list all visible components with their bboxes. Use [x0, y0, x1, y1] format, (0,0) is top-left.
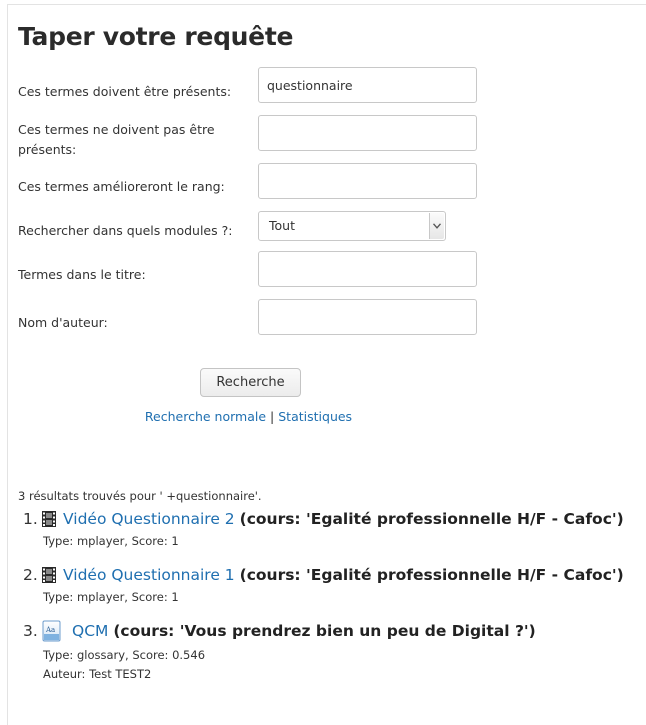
result-course: (cours: 'Vous prendrez bien un peu de Di…: [113, 622, 536, 640]
result-title-link[interactable]: QCM: [72, 622, 108, 640]
result-title-link[interactable]: Vidéo Questionnaire 2: [63, 510, 235, 528]
result-course: (cours: 'Egalité professionnelle H/F - C…: [239, 510, 624, 528]
must-have-input[interactable]: [258, 67, 477, 103]
modules-select-value: Tout: [269, 218, 295, 233]
modules-select[interactable]: Tout: [258, 211, 446, 241]
results-summary: 3 résultats trouvés pour ' +questionnair…: [18, 489, 262, 503]
glossary-icon: Aa: [42, 620, 62, 648]
result-author: Auteur: Test TEST2: [43, 667, 152, 681]
search-button[interactable]: Recherche: [200, 368, 301, 397]
result-item: 1. Vidéo Questionnaire 2 (cours: 'Egalit…: [18, 508, 638, 551]
modules-label: Rechercher dans quels modules ?:: [18, 223, 233, 238]
must-have-label: Ces termes doivent être présents:: [18, 84, 232, 99]
result-number: 3.: [23, 622, 38, 640]
result-item: 3. Aa QCM (cours: 'Vous prendrez bien un…: [18, 620, 638, 684]
chevron-down-icon[interactable]: [429, 213, 444, 239]
link-separator: |: [270, 409, 275, 424]
video-icon: [42, 511, 56, 533]
statistics-link[interactable]: Statistiques: [278, 409, 352, 424]
result-number: 1.: [23, 510, 38, 528]
search-links: Recherche normale | Statistiques: [0, 408, 497, 426]
author-label: Nom d'auteur:: [18, 315, 108, 330]
author-input[interactable]: [258, 299, 477, 335]
video-icon: [42, 567, 56, 589]
svg-text:Aa: Aa: [45, 626, 55, 634]
result-course: (cours: 'Egalité professionnelle H/F - C…: [239, 566, 624, 584]
result-item: 2. Vidéo Questionnaire 1 (cours: 'Egalit…: [18, 564, 638, 607]
result-meta: Type: mplayer, Score: 1: [43, 534, 179, 548]
rank-label: Ces termes amélioreront le rang:: [18, 179, 225, 194]
must-not-have-label: Ces termes ne doivent pas être présents:: [18, 122, 215, 157]
rank-input[interactable]: [258, 163, 477, 199]
normal-search-link[interactable]: Recherche normale: [145, 409, 266, 424]
search-panel: [7, 4, 646, 725]
result-meta: Type: mplayer, Score: 1: [43, 590, 179, 604]
page-title: Taper votre requête: [18, 22, 294, 51]
result-title-link[interactable]: Vidéo Questionnaire 1: [63, 566, 235, 584]
title-terms-input[interactable]: [258, 251, 477, 287]
result-number: 2.: [23, 566, 38, 584]
title-terms-label: Termes dans le titre:: [18, 267, 146, 282]
must-not-have-input[interactable]: [258, 115, 477, 151]
result-meta: Type: glossary, Score: 0.546: [43, 648, 206, 662]
